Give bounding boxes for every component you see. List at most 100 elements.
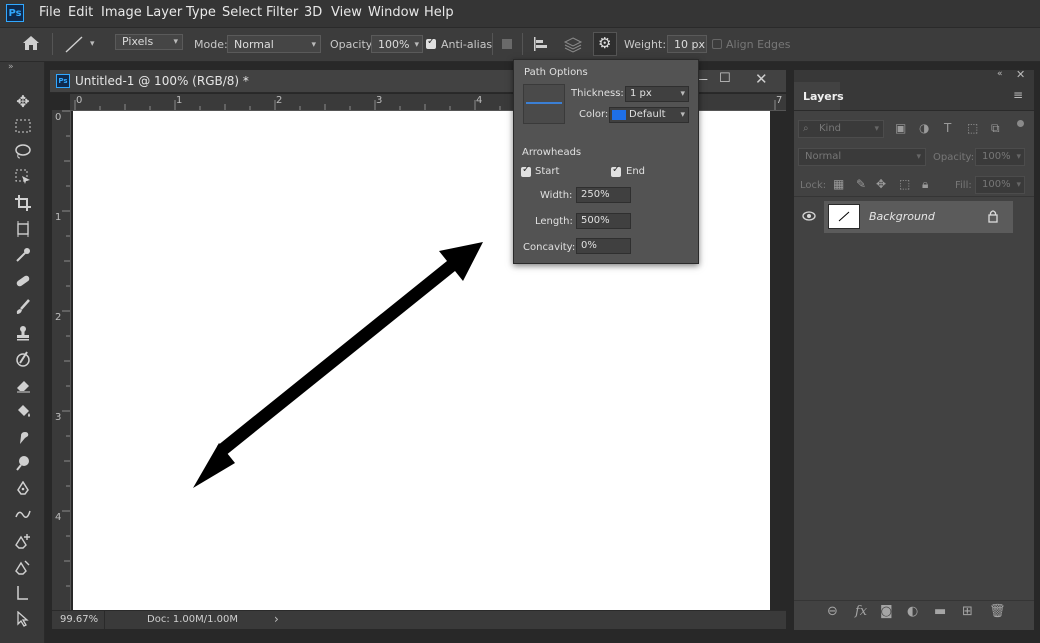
arrowheads-label: Arrowheads [522,147,582,158]
close-panel-icon[interactable]: ✕ [1016,68,1025,81]
weight-input[interactable]: 10 px [667,35,707,53]
menu-filter[interactable]: Filter [266,5,298,20]
dodge-tool-icon[interactable] [12,455,34,477]
menu-select[interactable]: Select [222,5,262,20]
object-selection-icon[interactable] [12,169,34,191]
blend-mode-select[interactable]: Normal ▾ [798,148,926,166]
paint-bucket-icon[interactable] [12,403,34,425]
color-select[interactable]: Default ▾ [609,107,689,123]
adjustment-layer-icon[interactable]: ◐ [907,604,918,619]
arrow-length-input[interactable]: 500% [576,213,631,229]
menu-edit[interactable]: Edit [68,5,93,20]
smudge-tool-icon[interactable] [12,429,34,451]
new-group-folder-icon[interactable]: ▬ [934,604,946,619]
zoom-level[interactable]: 99.67% [60,614,98,625]
history-brush-icon[interactable] [12,351,34,373]
menu-3d[interactable]: 3D [304,5,322,20]
filter-pixel-icon[interactable]: ▣ [895,121,906,135]
collapse-panel-icon[interactable]: « [997,69,1003,79]
path-options-title: Path Options [524,67,588,78]
antialias-checkbox[interactable] [426,36,436,49]
filter-toggle-icon[interactable] [1017,120,1024,127]
path-arrangement-icon[interactable] [563,34,583,57]
path-options-gear-button[interactable]: ⚙ [593,32,617,56]
path-operations-icon[interactable] [502,39,512,49]
maximize-icon[interactable]: ☐ [719,71,731,86]
crop-tool-icon[interactable] [12,195,34,217]
panel-header-strip: « ✕ [794,68,1034,82]
layer-row-background[interactable]: Background [824,201,1013,233]
filter-adjustment-icon[interactable]: ◑ [919,121,929,135]
ruler-h-label: 1 [176,95,183,106]
curvature-pen-icon[interactable] [12,507,34,529]
line-tool-preset-icon[interactable] [64,34,86,57]
add-anchor-point-icon[interactable] [12,533,34,555]
chevron-down-icon[interactable]: ▾ [90,39,95,49]
chevron-down-icon: ▾ [1016,152,1021,162]
weight-label: Weight: [624,38,667,51]
layer-opacity-input[interactable]: 100% ▾ [975,148,1025,166]
filter-kind-select[interactable]: ⌕ Kind ▾ [798,120,884,138]
arrow-end-checkbox[interactable] [611,164,621,177]
home-icon[interactable] [22,35,40,54]
arrow-width-value: 250% [581,189,610,200]
menu-layer[interactable]: Layer [146,5,182,20]
lock-all-icon[interactable]: 🔒︎ [922,177,928,192]
menu-file[interactable]: File [39,5,61,20]
delete-layer-trash-icon[interactable]: 🗑︎ [989,604,1006,619]
move-tool-icon[interactable]: ✥ [12,91,34,113]
frame-tool-icon[interactable] [12,221,34,243]
path-alignment-icon[interactable] [532,35,550,56]
menu-view[interactable]: View [331,5,362,20]
opacity-input[interactable]: 100% ▾ [371,35,423,53]
new-layer-icon[interactable]: ⊞ [962,604,973,619]
vertical-ruler[interactable]: 0 1 2 3 4 [52,110,71,610]
panel-menu-icon[interactable]: ≡ [1013,88,1023,102]
lock-position-icon[interactable]: ✥ [876,177,886,191]
layer-opacity-value: 100% [982,151,1011,162]
thickness-input[interactable]: 1 px ▾ [625,86,689,102]
link-layers-icon[interactable]: ⊖ [827,604,838,619]
concavity-value: 0% [581,240,597,251]
align-edges-checkbox[interactable] [712,39,722,49]
fill-input[interactable]: 100% ▾ [975,176,1025,194]
lock-artboard-icon[interactable]: ⬚ [899,177,910,191]
lasso-tool-icon[interactable] [12,143,34,165]
filter-shape-icon[interactable]: ⬚ [967,121,978,135]
menu-window[interactable]: Window [368,5,419,20]
lock-image-icon[interactable]: ✎ [856,177,866,191]
add-mask-icon[interactable]: ◙ [880,604,893,619]
arrow-end-label: End [626,166,646,177]
lock-transparent-icon[interactable]: ▦ [833,177,844,191]
gear-icon: ⚙ [598,34,612,52]
eraser-tool-icon[interactable] [12,377,34,399]
chevron-right-icon[interactable]: › [274,612,279,626]
tool-mode-select[interactable]: Pixels ▾ [115,34,183,50]
menu-help[interactable]: Help [424,5,454,20]
direct-selection-icon[interactable] [12,610,34,633]
path-selection-icon[interactable] [12,585,34,607]
mode-select[interactable]: Normal ▾ [227,35,321,53]
ruler-h-label: 4 [476,95,483,106]
visibility-eye-icon[interactable] [802,211,816,224]
expand-panel-icon[interactable]: » [8,62,14,72]
concavity-input[interactable]: 0% [576,238,631,254]
brush-tool-icon[interactable] [12,299,34,321]
color-swatch [612,110,626,120]
clone-stamp-icon[interactable] [12,325,34,347]
menu-type[interactable]: Type [186,5,216,20]
eyedropper-icon[interactable] [12,247,34,269]
arrow-width-input[interactable]: 250% [576,187,631,203]
convert-point-icon[interactable] [12,559,34,581]
lock-icon [987,209,999,226]
menu-image[interactable]: Image [101,5,142,20]
close-icon[interactable]: ✕ [755,70,768,88]
pen-tool-icon[interactable] [12,480,34,503]
layer-style-fx-icon[interactable]: fx [855,604,867,619]
filter-smart-object-icon[interactable]: ⧉ [991,121,1000,136]
rectangular-marquee-icon[interactable] [12,117,34,139]
layers-tab[interactable]: Layers [794,82,844,110]
arrow-start-checkbox[interactable] [521,164,531,177]
healing-brush-icon[interactable] [12,273,34,295]
filter-type-icon[interactable]: T [944,121,951,135]
